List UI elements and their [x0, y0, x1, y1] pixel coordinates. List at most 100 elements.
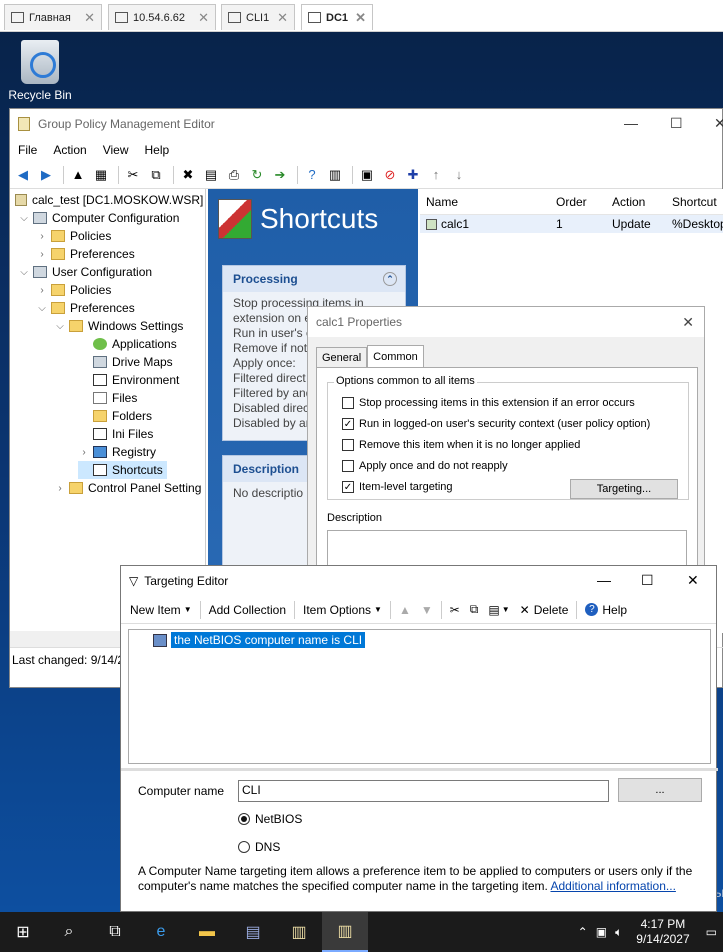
up-folder-icon[interactable]: ▲ [68, 165, 88, 185]
tab-dc1[interactable]: DC1 ✕ [301, 4, 373, 30]
option-stop-processing[interactable]: Stop processing items in this extension … [342, 397, 635, 409]
chevron-up-icon[interactable]: ⌃ [578, 925, 588, 939]
pane-splitter[interactable] [121, 768, 718, 771]
menu-view[interactable]: View [95, 143, 137, 157]
chevron-right-icon[interactable]: › [54, 483, 66, 494]
radio-dns[interactable]: DNS [238, 840, 280, 854]
close-icon[interactable]: ✕ [687, 572, 699, 589]
move-down-icon[interactable]: ↓ [449, 165, 469, 185]
close-icon[interactable]: ✕ [682, 314, 694, 331]
stop-icon[interactable]: ⊘ [380, 165, 400, 185]
browse-button[interactable]: ... [618, 778, 702, 802]
action-pane-icon[interactable]: ▥ [325, 165, 345, 185]
tree-item-user-configuration[interactable]: ⌵ User Configuration [18, 263, 152, 281]
network-icon[interactable]: ▣ [596, 925, 607, 939]
tab-ip[interactable]: 10.54.6.62 ✕ [108, 4, 216, 30]
close-icon[interactable]: ✕ [277, 10, 288, 26]
tree-item-applications[interactable]: Applications [78, 335, 177, 353]
add-icon[interactable]: ✚ [403, 165, 423, 185]
radio-unselected[interactable] [238, 841, 250, 853]
start-icon[interactable]: ⊞ [0, 912, 46, 952]
radio-selected[interactable] [238, 813, 250, 825]
task-view-icon[interactable]: ⧉ [92, 912, 138, 952]
checkbox-unchecked[interactable] [342, 460, 354, 472]
targeting-button[interactable]: Targeting... [570, 479, 678, 499]
tree-item-computer-configuration[interactable]: ⌵ Computer Configuration [18, 209, 179, 227]
chevron-down-icon[interactable]: ⌵ [18, 213, 30, 224]
tree-item-folders[interactable]: Folders [78, 407, 152, 425]
tree-item-registry[interactable]: › Registry [78, 443, 156, 461]
tree-item-preferences[interactable]: › Preferences [36, 245, 134, 263]
tree-item-control-panel-settings[interactable]: › Control Panel Setting [54, 479, 201, 497]
close-icon[interactable]: ✕ [198, 10, 209, 26]
help-button[interactable]: ? Help [580, 603, 632, 617]
checkbox-unchecked[interactable] [342, 397, 354, 409]
new-item-icon[interactable]: ▣ [357, 165, 377, 185]
tab-general[interactable]: General [316, 347, 368, 367]
tab-cli1[interactable]: CLI1 ✕ [221, 4, 295, 30]
notifications-icon[interactable]: ▭ [706, 925, 717, 939]
tree-item-drive-maps[interactable]: Drive Maps [78, 353, 173, 371]
collapse-icon[interactable]: ⌃ [383, 272, 397, 286]
paste-icon[interactable]: ▤ ▼ [483, 603, 514, 617]
additional-information-link[interactable]: Additional information... [551, 879, 676, 893]
server-manager-icon[interactable]: ▤ [230, 912, 276, 952]
export-icon[interactable]: ➔ [270, 165, 290, 185]
copy-icon[interactable]: ⧉ [146, 165, 166, 185]
internet-explorer-icon[interactable]: e [138, 912, 184, 952]
chevron-right-icon[interactable]: › [36, 231, 48, 242]
maximize-icon[interactable]: ☐ [641, 572, 654, 589]
option-apply-once[interactable]: Apply once and do not reapply [342, 460, 508, 472]
tree-item-preferences[interactable]: ⌵ Preferences [36, 299, 135, 317]
volume-icon[interactable]: 🔈︎ [615, 925, 622, 940]
chevron-right-icon[interactable]: › [36, 249, 48, 260]
add-collection-button[interactable]: Add Collection [204, 603, 291, 617]
move-up-icon[interactable]: ▲ [394, 603, 416, 617]
tree-item-policies[interactable]: › Policies [36, 281, 111, 299]
back-icon[interactable]: ◀ [13, 165, 33, 185]
properties-icon[interactable]: ▤ [201, 165, 221, 185]
tree-item-files[interactable]: Files [78, 389, 137, 407]
tree-item-policies[interactable]: › Policies [36, 227, 111, 245]
tab-home[interactable]: Главная ✕ [4, 4, 102, 30]
targeting-item[interactable]: the NetBIOS computer name is CLI [153, 632, 366, 648]
column-header-shortcut[interactable]: Shortcut [666, 195, 723, 209]
tree-item-shortcuts[interactable]: Shortcuts [78, 461, 167, 479]
search-icon[interactable]: ⌕ [46, 912, 92, 952]
option-remove-when-not-applied[interactable]: Remove this item when it is no longer ap… [342, 439, 580, 451]
computer-name-input[interactable]: CLI [238, 780, 609, 802]
chevron-right-icon[interactable]: › [78, 447, 90, 458]
delete-button[interactable]: ✕ Delete [515, 603, 574, 617]
tree-item-ini-files[interactable]: Ini Files [78, 425, 153, 443]
cut-icon[interactable]: ✂ [445, 603, 465, 617]
minimize-icon[interactable]: — [624, 115, 638, 131]
recycle-bin[interactable]: Recycle Bin [8, 40, 72, 102]
chevron-down-icon[interactable]: ⌵ [18, 267, 30, 278]
print-icon[interactable]: ⎙ [224, 165, 244, 185]
chevron-down-icon[interactable]: ⌵ [36, 303, 48, 314]
option-item-level-targeting[interactable]: ✓ Item-level targeting [342, 481, 453, 493]
move-down-icon[interactable]: ▼ [416, 603, 438, 617]
close-icon[interactable]: ✕ [714, 115, 723, 132]
copy-icon[interactable]: ⧉ [465, 602, 484, 617]
checkbox-checked[interactable]: ✓ [342, 418, 354, 430]
help-icon[interactable]: ? [302, 165, 322, 185]
list-item[interactable]: calc1 1 Update %Desktop [420, 215, 723, 233]
refresh-icon[interactable]: ↻ [247, 165, 267, 185]
tab-common[interactable]: Common [367, 345, 424, 367]
minimize-icon[interactable]: — [597, 572, 611, 588]
tree-item-environment[interactable]: Environment [78, 371, 179, 389]
delete-icon[interactable]: ✖ [178, 165, 198, 185]
file-explorer-icon[interactable]: ▬ [184, 912, 230, 952]
chevron-down-icon[interactable]: ⌵ [54, 321, 66, 332]
column-header-action[interactable]: Action [606, 195, 666, 209]
chevron-right-icon[interactable]: › [36, 285, 48, 296]
checkbox-checked[interactable]: ✓ [342, 481, 354, 493]
gpmc-icon[interactable]: ▥ [276, 912, 322, 952]
menu-help[interactable]: Help [137, 143, 178, 157]
cut-icon[interactable]: ✂ [123, 165, 143, 185]
item-options-button[interactable]: Item Options ▼ [298, 603, 387, 617]
menu-file[interactable]: File [10, 143, 45, 157]
gpme-taskbar-icon[interactable]: ▥ [322, 912, 368, 952]
forward-icon[interactable]: ▶ [36, 165, 56, 185]
